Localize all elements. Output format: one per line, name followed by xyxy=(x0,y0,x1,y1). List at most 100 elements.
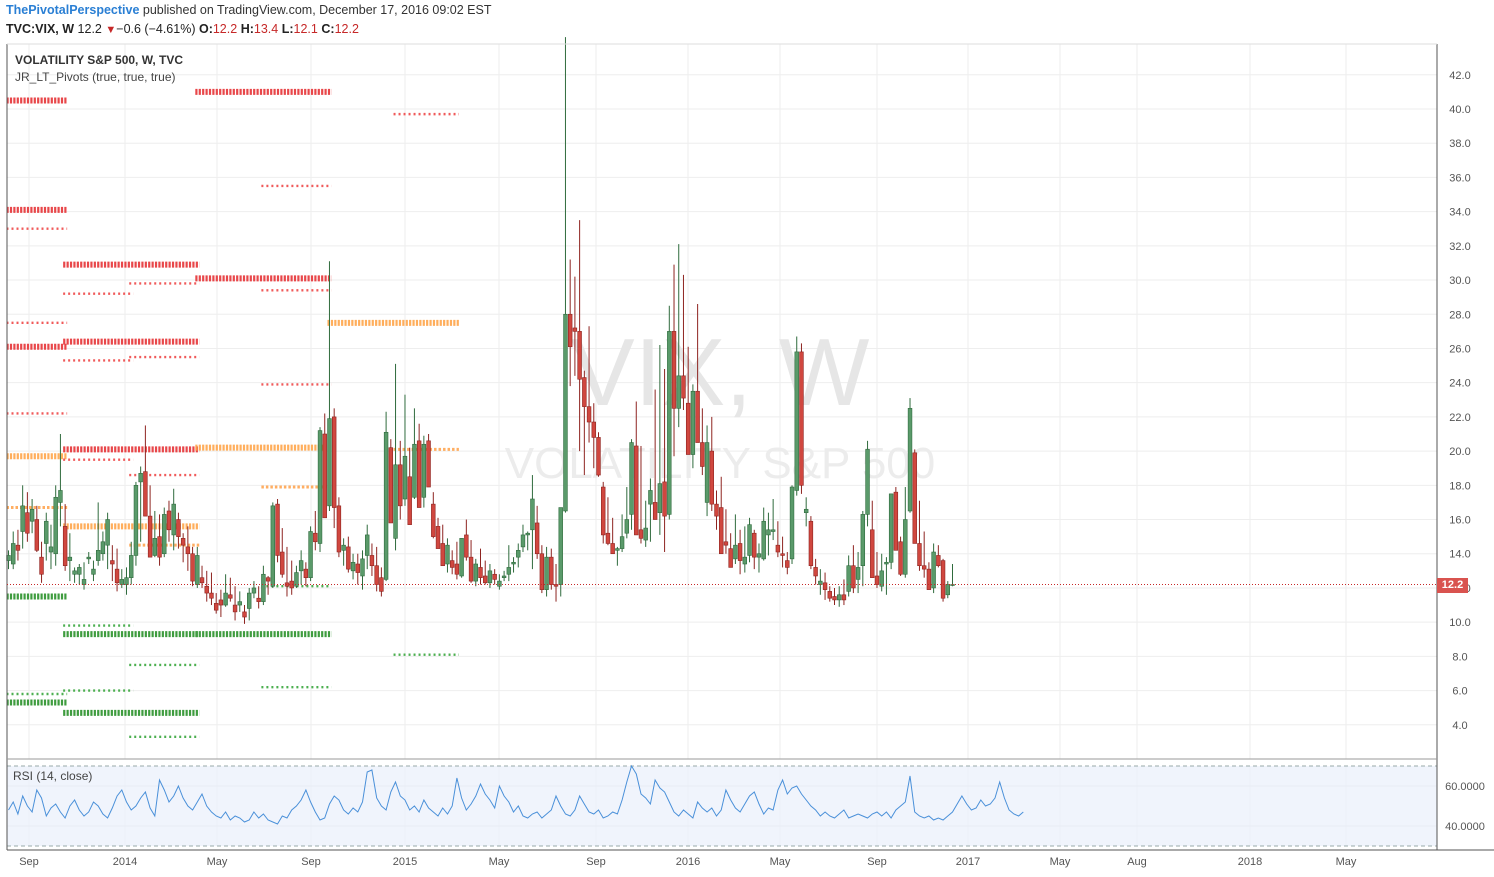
candle xyxy=(879,553,884,592)
candle xyxy=(15,529,21,561)
x-tick-label: Sep xyxy=(867,856,887,868)
candle-body xyxy=(487,570,493,584)
candle xyxy=(501,570,507,582)
x-tick-label: Sep xyxy=(586,856,606,868)
y-tick-label: 10.0 xyxy=(1449,617,1470,629)
candle-body xyxy=(435,526,441,549)
x-tick-label: 2015 xyxy=(393,856,417,868)
candle-body xyxy=(818,580,823,585)
candle xyxy=(549,548,554,590)
candle xyxy=(903,487,908,578)
candle-body xyxy=(209,592,214,599)
candle xyxy=(860,510,866,587)
rsi-tick-label: 60.0000 xyxy=(1445,781,1485,793)
candle-body xyxy=(610,543,615,555)
candle-body xyxy=(846,565,851,592)
y-tick-label: 42.0 xyxy=(1449,70,1470,82)
candle-body xyxy=(152,538,158,556)
candle xyxy=(110,545,115,582)
candle-body xyxy=(936,555,941,567)
candle xyxy=(912,449,917,544)
watermark-symbol: VIX, W xyxy=(571,319,870,426)
candle-body xyxy=(789,486,795,560)
candle-body xyxy=(157,536,162,558)
candle-body xyxy=(133,485,139,556)
candle xyxy=(180,533,186,563)
rsi-tick-label: 40.0000 xyxy=(1445,821,1485,833)
candle-body xyxy=(218,599,224,606)
candle xyxy=(794,336,799,496)
candle xyxy=(737,529,743,575)
candle-body xyxy=(931,551,936,589)
candle xyxy=(799,343,804,494)
candle xyxy=(308,526,313,582)
candle xyxy=(393,363,398,551)
candle-body xyxy=(733,544,738,560)
candle xyxy=(539,545,545,594)
candle-body xyxy=(25,512,30,534)
candle-body xyxy=(138,473,143,483)
candle-body xyxy=(232,604,238,613)
candle xyxy=(643,500,648,547)
candle-body xyxy=(322,433,327,519)
candle-body xyxy=(421,443,427,498)
candle-body xyxy=(67,556,73,561)
candle-body xyxy=(346,546,351,570)
candle xyxy=(756,543,762,573)
candle xyxy=(383,411,389,582)
candle-body xyxy=(119,579,124,585)
candle xyxy=(195,546,200,588)
indicator-legend: JR_LT_Pivots (true, true, true) xyxy=(15,70,176,84)
candle xyxy=(256,586,261,609)
candle-body xyxy=(605,532,611,544)
candle xyxy=(435,517,441,549)
candle xyxy=(58,434,63,527)
price-chart[interactable]: VIX, W VOLATILITY S&P 500 42.0 40.0 38.0 36… xyxy=(0,0,1494,877)
candle-body xyxy=(336,505,342,553)
candle-body xyxy=(742,556,748,565)
y-tick-label: 38.0 xyxy=(1449,138,1470,150)
candle-body xyxy=(77,567,82,575)
candle-body xyxy=(265,577,271,582)
candle xyxy=(818,569,823,595)
y-tick-label: 30.0 xyxy=(1449,275,1470,287)
candle-body xyxy=(313,532,318,543)
candle-body xyxy=(785,560,790,568)
candle xyxy=(610,517,615,555)
candle-body xyxy=(261,573,266,602)
candle xyxy=(407,447,412,525)
candle xyxy=(832,587,837,606)
candle-body xyxy=(676,375,681,409)
candle-body xyxy=(369,555,375,567)
candle xyxy=(270,502,276,588)
candle-body xyxy=(525,532,530,536)
candle xyxy=(77,564,82,585)
candle xyxy=(667,305,672,520)
candle-body xyxy=(464,534,469,558)
candle-body xyxy=(874,575,880,585)
candle-body xyxy=(667,331,672,515)
candle-body xyxy=(303,568,309,578)
y-tick-label: 24.0 xyxy=(1449,378,1470,390)
candle-body xyxy=(110,560,115,565)
candle-body xyxy=(331,416,337,508)
candle-body xyxy=(794,351,799,491)
candle xyxy=(303,562,309,587)
candle xyxy=(893,487,899,551)
candle-body xyxy=(237,601,242,606)
candle xyxy=(11,531,16,570)
candle-body xyxy=(483,575,488,584)
candle xyxy=(171,488,176,551)
candle-body xyxy=(921,565,927,570)
candle-body xyxy=(761,520,766,560)
candle xyxy=(888,493,894,570)
candle xyxy=(874,552,880,588)
candle-body xyxy=(506,567,512,575)
candle-body xyxy=(567,313,573,348)
candle-body xyxy=(719,507,724,555)
candle xyxy=(733,514,738,564)
candle-body xyxy=(449,560,455,568)
candle-body xyxy=(213,603,219,611)
candle-body xyxy=(114,568,120,584)
candle-body xyxy=(251,587,257,594)
